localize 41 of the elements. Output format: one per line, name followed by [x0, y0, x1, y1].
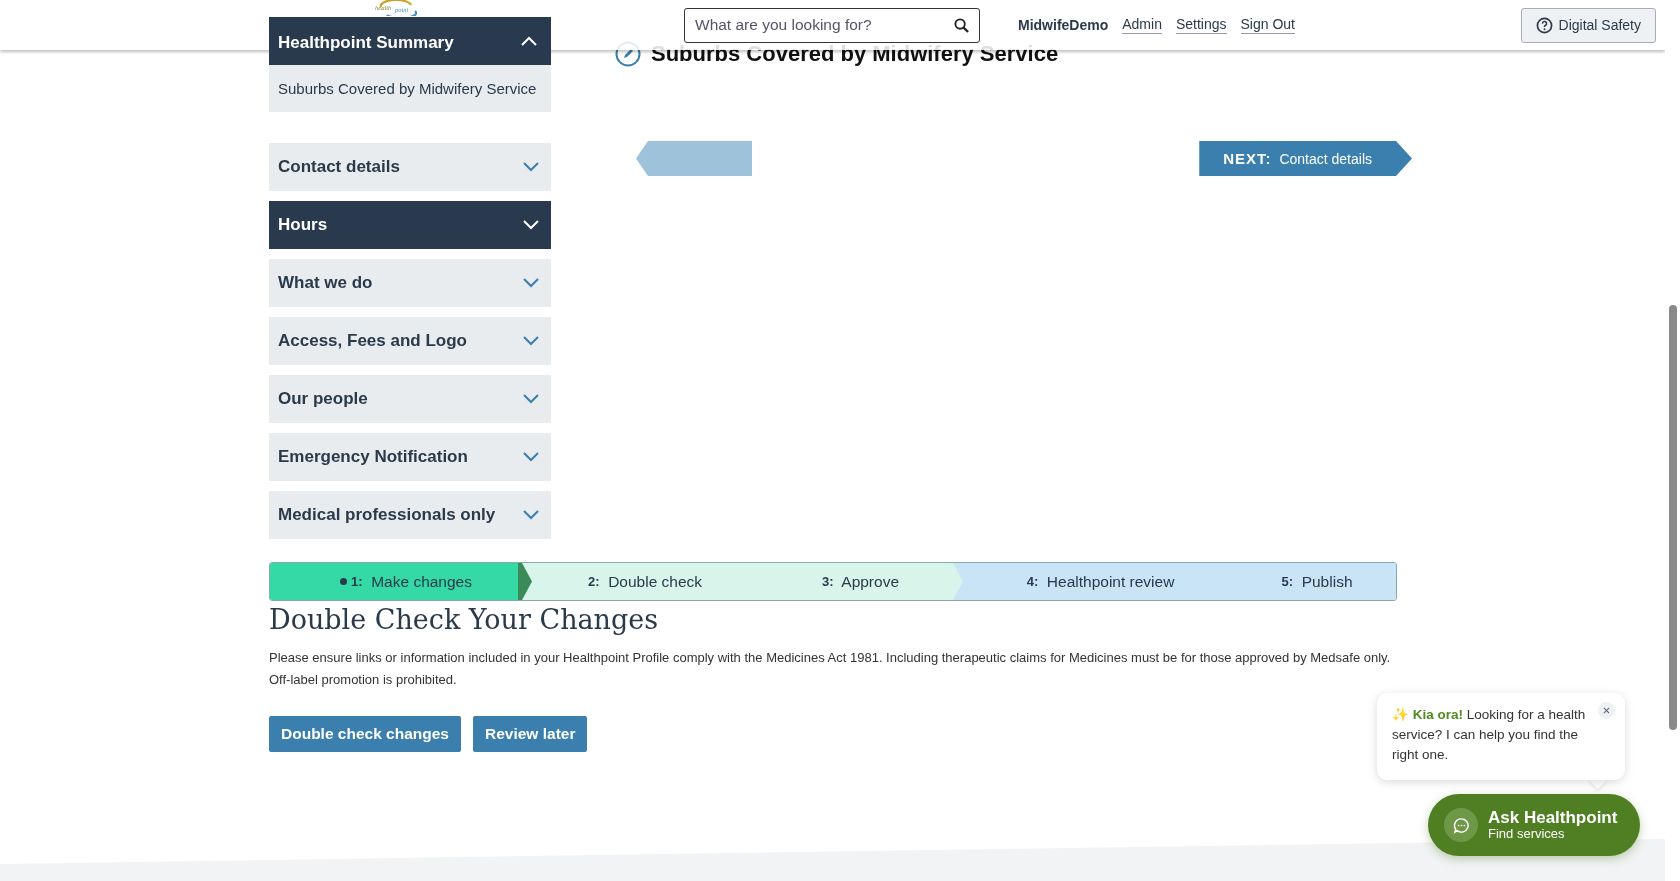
chevron-icon: [523, 162, 539, 172]
progress-step: 1: Make changes: [270, 563, 532, 600]
sidebar-item[interactable]: Our people: [269, 375, 551, 423]
chevron-icon: [523, 336, 539, 346]
chat-message: ✨ Kia ora! Looking for a health service? I can help you find the right one.: [1392, 706, 1587, 764]
user-name: MidwifeDemo: [1018, 17, 1109, 33]
chat-icon: [1452, 816, 1470, 834]
help-icon: [1535, 16, 1553, 34]
chevron-icon: [523, 452, 539, 462]
digital-safety-button[interactable]: Digital Safety: [1520, 7, 1656, 43]
close-icon: [1603, 707, 1610, 714]
chevron-icon: [523, 510, 539, 520]
sidebar-item[interactable]: Hours: [269, 201, 551, 249]
nav-link[interactable]: Settings: [1175, 16, 1227, 34]
sidebar-item[interactable]: Medical professionals only: [269, 491, 551, 539]
summary-header[interactable]: Healthpoint Summary: [269, 17, 551, 65]
next-button[interactable]: NEXT: Contact details: [1199, 141, 1412, 176]
action-button[interactable]: Review later: [473, 716, 588, 752]
sparkle-icon: ✨: [1392, 707, 1409, 722]
sidebar-item[interactable]: What we do: [269, 259, 551, 307]
sidebar-item[interactable]: Contact details: [269, 143, 551, 191]
sidebar-item[interactable]: Emergency Notification: [269, 433, 551, 481]
chevron-icon: [523, 220, 539, 230]
section-heading: Double Check Your Changes: [269, 604, 660, 635]
page-title: Suburbs Covered by Midwifery Service: [651, 41, 1059, 67]
search-icon: [954, 17, 969, 33]
summary-link[interactable]: Suburbs Covered by Midwifery Service: [278, 80, 537, 97]
chevron-icon: [523, 394, 539, 404]
progress-step: 5: Publish: [1228, 563, 1396, 600]
notice-text: Please ensure links or information included in your Healthpoint Profile comply with the Medicines Act 1981. Including therapeutic claims for Medicines must be for those approved by Medsafe only. Off-label promotion is prohibited.: [269, 649, 1392, 689]
chevron-icon: [521, 36, 537, 46]
close-button[interactable]: [1598, 702, 1615, 719]
sidebar-item[interactable]: Access, Fees and Logo: [269, 317, 551, 365]
previous-button[interactable]: [636, 141, 752, 176]
nav-link[interactable]: Admin: [1122, 16, 1162, 34]
chevron-icon: [523, 278, 539, 288]
search-box[interactable]: What are you looking for?: [684, 7, 980, 43]
progress-step: 3: Approve: [748, 563, 963, 600]
nav-link[interactable]: Sign Out: [1240, 16, 1295, 34]
ask-healthpoint-button[interactable]: Ask Healthpoint Find services: [1428, 794, 1640, 856]
action-button[interactable]: Double check changes: [269, 716, 461, 752]
